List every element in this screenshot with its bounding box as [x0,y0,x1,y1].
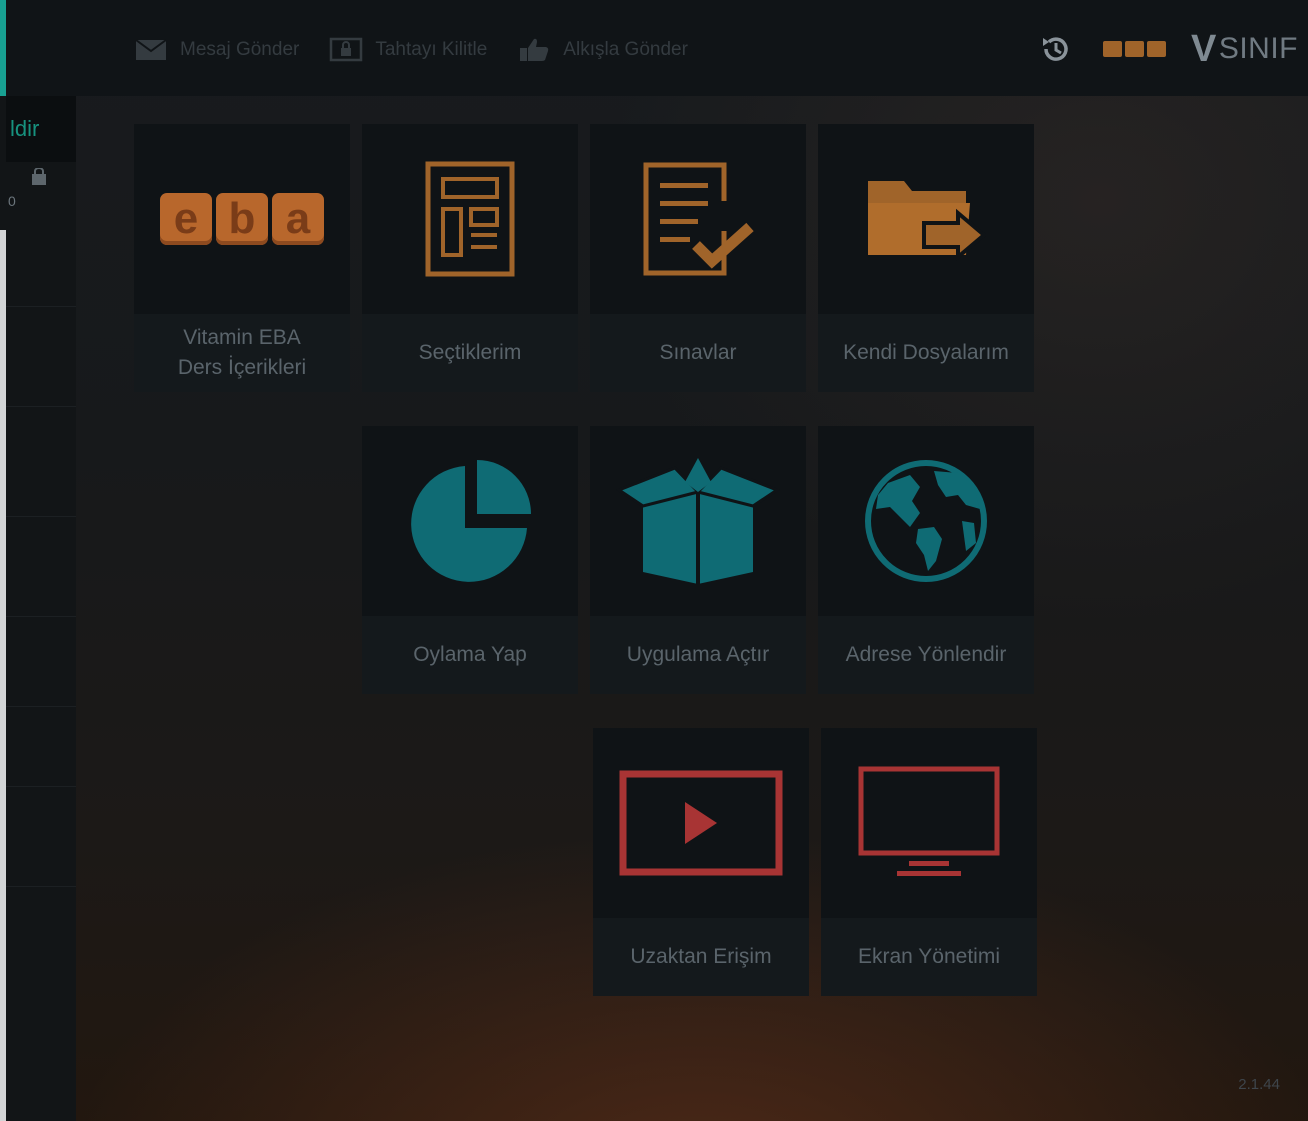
lock-screen-icon [330,37,363,62]
tile-open-app[interactable]: Uygulama Açtır [590,426,806,694]
history-icon[interactable] [1039,32,1073,66]
open-box-icon [615,458,781,584]
top-bar: Mesaj Gönder Tahtayı Kilitle Alkışla Gön… [0,0,1308,230]
sidebar-lock-icon [32,167,46,185]
top-actions: Mesaj Gönder Tahtayı Kilitle Alkışla Gön… [134,30,718,70]
left-sidebar: ldir 0 [0,96,76,1121]
eba-logo-icon: e b a [158,193,326,245]
sidebar-divider [0,616,76,617]
tile-label: Adrese Yönlendir [818,616,1034,694]
sidebar-divider [0,706,76,707]
tile-label: Kendi Dosyalarım [818,314,1034,392]
brand-text: SINIF [1218,32,1298,65]
tile-label: Uygulama Açtır [590,616,806,694]
tile-label: Uzaktan Erişim [593,918,809,996]
send-message-label: Mesaj Gönder [180,39,300,60]
brand-letter: V [1190,27,1217,70]
app-screen: Mesaj Gönder Tahtayı Kilitle Alkışla Gön… [0,0,1308,1121]
tile-exams[interactable]: Sınavlar [590,124,806,392]
tile-label: Oylama Yap [362,616,578,694]
tile-own-files[interactable]: Kendi Dosyalarım [818,124,1034,392]
eba-letter: b [216,193,268,245]
globe-icon [865,460,987,582]
sidebar-divider [0,786,76,787]
sidebar-divider [0,886,76,887]
monitor-icon [858,766,1000,876]
sidebar-divider [0,306,76,307]
tile-vitamin-eba[interactable]: e b a Vitamin EBA Ders İçerikleri [134,124,350,392]
folder-transfer-icon [868,181,986,262]
pie-chart-icon [411,460,531,582]
send-applause-label: Alkışla Gönder [563,39,688,60]
version-label: 2.1.44 [1238,1076,1280,1093]
vsinif-logo: V SINIF [1191,28,1298,71]
top-right-group: V SINIF [1039,24,1298,74]
tile-label: Sınavlar [590,314,806,392]
eba-letter: e [160,193,212,245]
tile-label: Seçtiklerim [362,314,578,392]
envelope-icon [135,39,167,60]
sidebar-mini-info: 0 [8,167,48,210]
sidebar-divider [0,516,76,517]
left-edge [0,230,6,1121]
lock-board-button[interactable]: Tahtayı Kilitle [329,37,487,63]
play-screen-icon [619,770,783,876]
tile-label: Vitamin EBA Ders İçerikleri [134,314,350,392]
tile-label: Ekran Yönetimi [821,918,1037,996]
send-applause-button[interactable]: Alkışla Gönder [517,37,688,63]
checklist-icon [643,162,754,276]
document-layout-icon [425,161,515,277]
sidebar-mini-text: 0 [8,193,16,209]
sidebar-divider [0,406,76,407]
lock-board-label: Tahtayı Kilitle [375,39,488,60]
eba-mini-logo [1102,41,1169,57]
tile-favorites[interactable]: Seçtiklerim [362,124,578,392]
eba-letter: a [272,193,324,245]
thumbs-up-icon [520,38,549,61]
tile-remote-access[interactable]: Uzaktan Erişim [593,728,809,996]
tile-voting[interactable]: Oylama Yap [362,426,578,694]
send-message-button[interactable]: Mesaj Gönder [134,37,299,63]
tile-redirect-address[interactable]: Adrese Yönlendir [818,426,1034,694]
tile-screen-management[interactable]: Ekran Yönetimi [821,728,1037,996]
sidebar-tab-label: ldir [10,116,40,141]
sidebar-active-tab[interactable]: ldir [6,96,76,162]
